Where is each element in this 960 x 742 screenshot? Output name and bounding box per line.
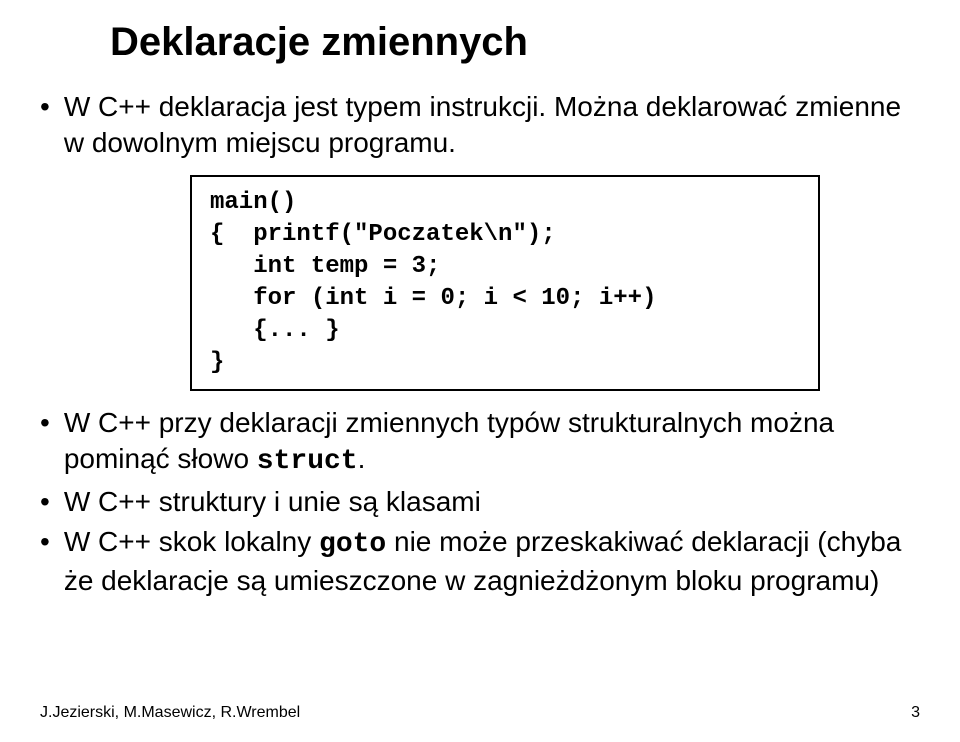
bullet-text-4-pre: W C++ skok lokalny — [64, 526, 319, 557]
inline-code-struct: struct — [257, 446, 358, 477]
bullet-text-3: W C++ struktury i unie są klasami — [64, 484, 481, 520]
bullet-text-2-pre: W C++ przy deklaracji zmiennych typów st… — [64, 407, 834, 474]
bullet-text-2: W C++ przy deklaracji zmiennych typów st… — [64, 405, 920, 480]
bullet-item-2: • W C++ przy deklaracji zmiennych typów … — [40, 405, 920, 480]
code-block: main() { printf("Poczatek\n"); int temp … — [190, 175, 820, 391]
bullet-text-4: W C++ skok lokalny goto nie może przeska… — [64, 524, 920, 599]
inline-code-goto: goto — [319, 529, 386, 560]
bullet-item-4: • W C++ skok lokalny goto nie może przes… — [40, 524, 920, 599]
bullet-text-2-post: . — [358, 443, 366, 474]
bullet-item-3: • W C++ struktury i unie są klasami — [40, 484, 920, 520]
bullet-dot-icon: • — [40, 484, 50, 520]
bullet-text-1: W C++ deklaracja jest typem instrukcji. … — [64, 89, 920, 161]
page-number: 3 — [911, 704, 920, 722]
bullet-dot-icon: • — [40, 405, 50, 441]
slide-title: Deklaracje zmiennych — [110, 20, 920, 65]
bullet-dot-icon: • — [40, 524, 50, 560]
footer-authors: J.Jezierski, M.Masewicz, R.Wrembel — [40, 704, 300, 722]
bullet-dot-icon: • — [40, 89, 50, 125]
bullet-item-1: • W C++ deklaracja jest typem instrukcji… — [40, 89, 920, 161]
